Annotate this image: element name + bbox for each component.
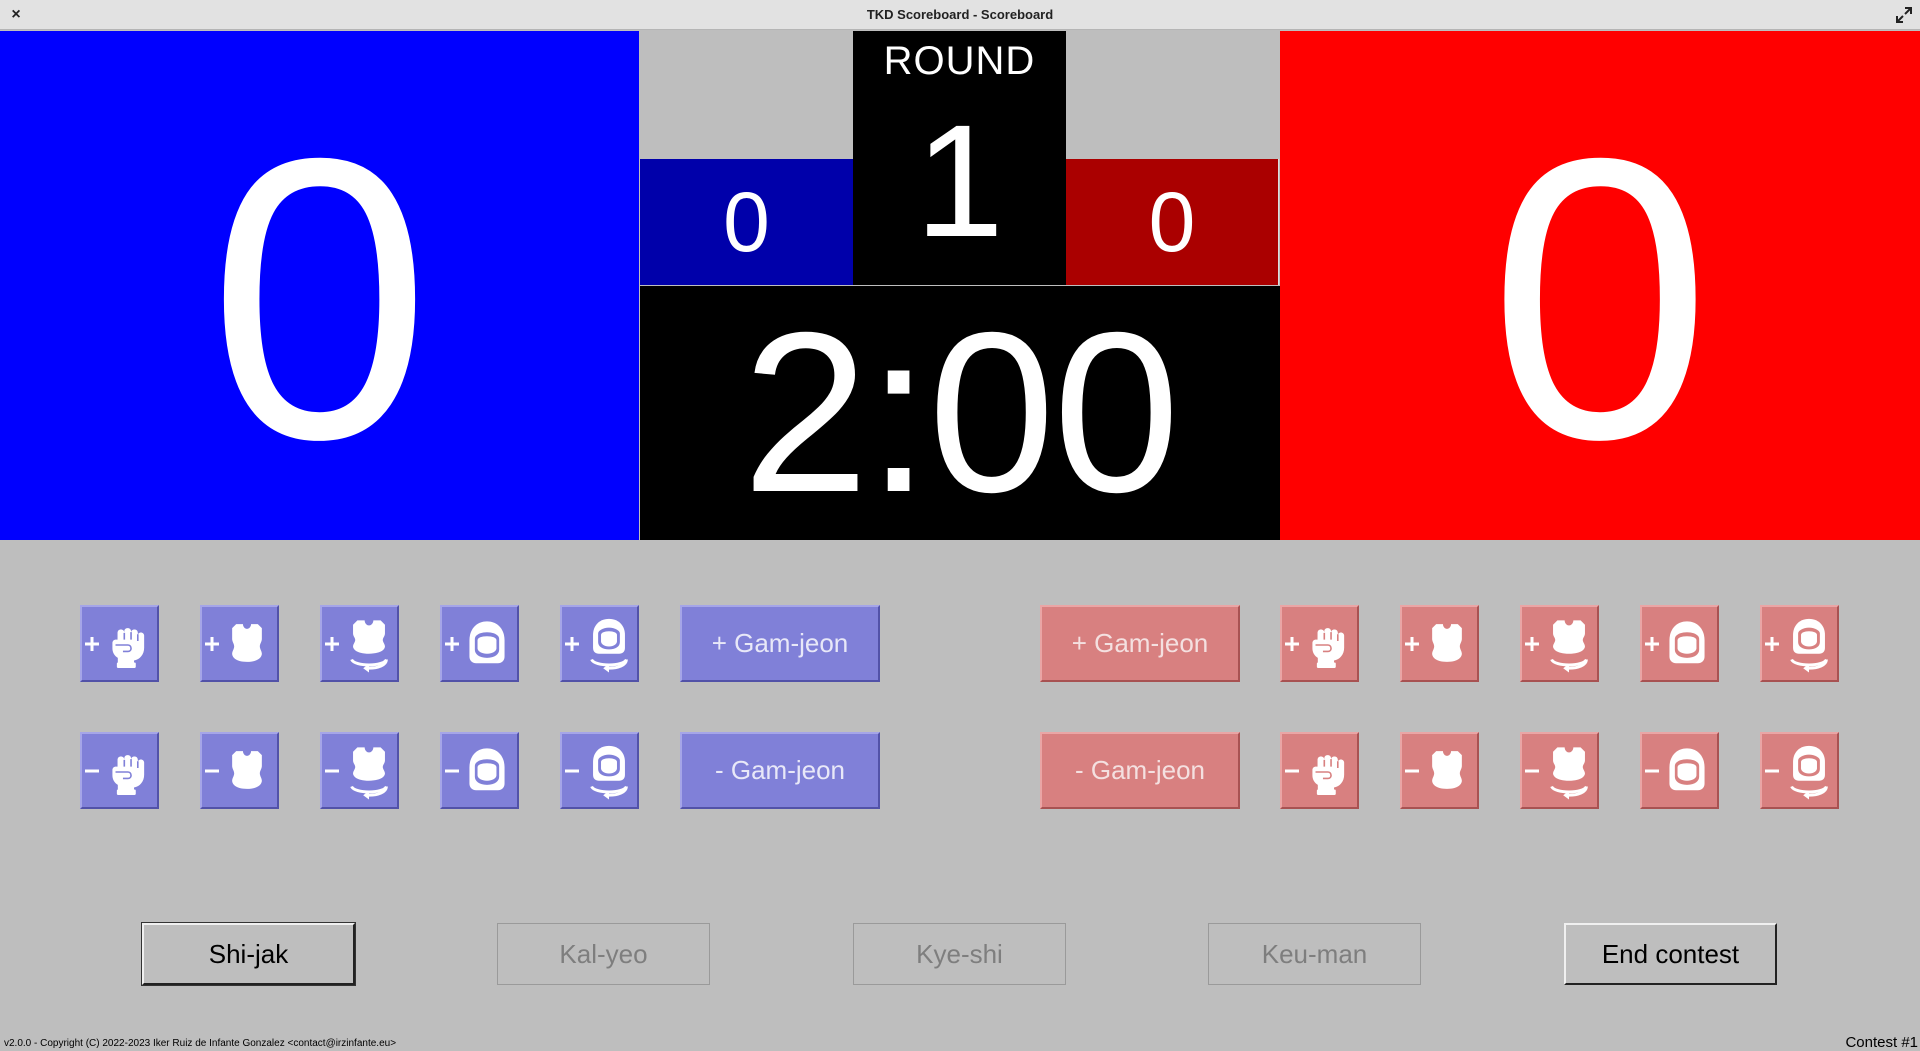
red-plus-head-button[interactable] — [1640, 605, 1719, 682]
round-label: ROUND — [883, 39, 1036, 83]
body-turning-kick-icon — [325, 618, 388, 675]
window-title: TKD Scoreboard - Scoreboard — [866, 7, 1054, 22]
red-minus-punch-button[interactable] — [1280, 732, 1359, 809]
round-number: 1 — [915, 91, 1004, 270]
red-plus-head-turn-button[interactable] — [1760, 605, 1839, 682]
red-gamjeon-value: 0 — [1148, 175, 1196, 269]
blue-minus-body-turn-button[interactable] — [320, 732, 399, 809]
blue-score: 0 — [208, 75, 431, 522]
blue-minus-head-turn-button[interactable] — [560, 732, 639, 809]
red-minus-head-button[interactable] — [1640, 732, 1719, 809]
restore-icon[interactable] — [1894, 5, 1914, 25]
body-protector-icon — [1405, 751, 1462, 789]
head-turning-kick-icon — [1765, 744, 1828, 802]
red-score: 0 — [1488, 75, 1712, 522]
blue-plus-punch-button[interactable] — [80, 605, 159, 682]
shijak-button[interactable]: Shi-jak — [141, 922, 356, 986]
body-protector-icon — [1405, 624, 1462, 662]
blue-gamjeon-value: 0 — [723, 175, 770, 269]
punch-icon — [1285, 627, 1345, 669]
blue-score-panel: 0 — [0, 31, 639, 540]
head-icon — [445, 621, 505, 664]
red-gamjeon-count: 0 — [1066, 159, 1279, 285]
punch-icon — [1285, 754, 1345, 796]
head-icon — [1645, 748, 1705, 791]
blue-plus-head-turn-button[interactable] — [560, 605, 639, 682]
blue-plus-body-button[interactable] — [200, 605, 279, 682]
blue-plus-gamjeon-button[interactable]: + Gam-jeon — [680, 605, 880, 682]
contest-label: Contest #1 — [1845, 1034, 1918, 1051]
body-turning-kick-icon — [1525, 618, 1588, 675]
head-icon — [445, 748, 505, 791]
red-minus-body-button[interactable] — [1400, 732, 1479, 809]
copyright-text: v2.0.0 - Copyright (C) 2022-2023 Iker Ru… — [4, 1038, 397, 1049]
head-icon — [1645, 621, 1705, 664]
red-minus-head-turn-button[interactable] — [1760, 732, 1839, 809]
body-turning-kick-icon — [1525, 745, 1588, 802]
kalyeo-button[interactable]: Kal-yeo — [497, 923, 710, 985]
red-plus-punch-button[interactable] — [1280, 605, 1359, 682]
head-turning-kick-icon — [565, 617, 628, 675]
round-panel: ROUND 1 — [853, 31, 1066, 285]
timer: 2:00 — [742, 286, 1180, 540]
body-protector-icon — [205, 624, 262, 662]
window-titlebar: × TKD Scoreboard - Scoreboard — [0, 0, 1920, 30]
blue-minus-head-button[interactable] — [440, 732, 519, 809]
blue-minus-punch-button[interactable] — [80, 732, 159, 809]
red-plus-gamjeon-button[interactable]: + Gam-jeon — [1040, 605, 1240, 682]
red-minus-gamjeon-button[interactable]: - Gam-jeon — [1040, 732, 1240, 809]
timer-panel: 2:00 — [640, 286, 1280, 540]
blue-minus-gamjeon-button[interactable]: - Gam-jeon — [680, 732, 880, 809]
blue-gamjeon-count: 0 — [640, 159, 853, 285]
blue-plus-body-turn-button[interactable] — [320, 605, 399, 682]
head-turning-kick-icon — [565, 744, 628, 802]
keuman-button[interactable]: Keu-man — [1208, 923, 1421, 985]
red-minus-body-turn-button[interactable] — [1520, 732, 1599, 809]
blue-plus-head-button[interactable] — [440, 605, 519, 682]
head-turning-kick-icon — [1765, 617, 1828, 675]
punch-icon — [85, 627, 145, 669]
body-protector-icon — [205, 751, 262, 789]
end-contest-button[interactable]: End contest — [1564, 923, 1777, 985]
red-plus-body-button[interactable] — [1400, 605, 1479, 682]
red-score-panel: 0 — [1280, 31, 1920, 540]
red-plus-body-turn-button[interactable] — [1520, 605, 1599, 682]
body-turning-kick-icon — [325, 745, 388, 802]
kyeshi-button[interactable]: Kye-shi — [853, 923, 1066, 985]
blue-minus-body-button[interactable] — [200, 732, 279, 809]
punch-icon — [85, 754, 145, 796]
